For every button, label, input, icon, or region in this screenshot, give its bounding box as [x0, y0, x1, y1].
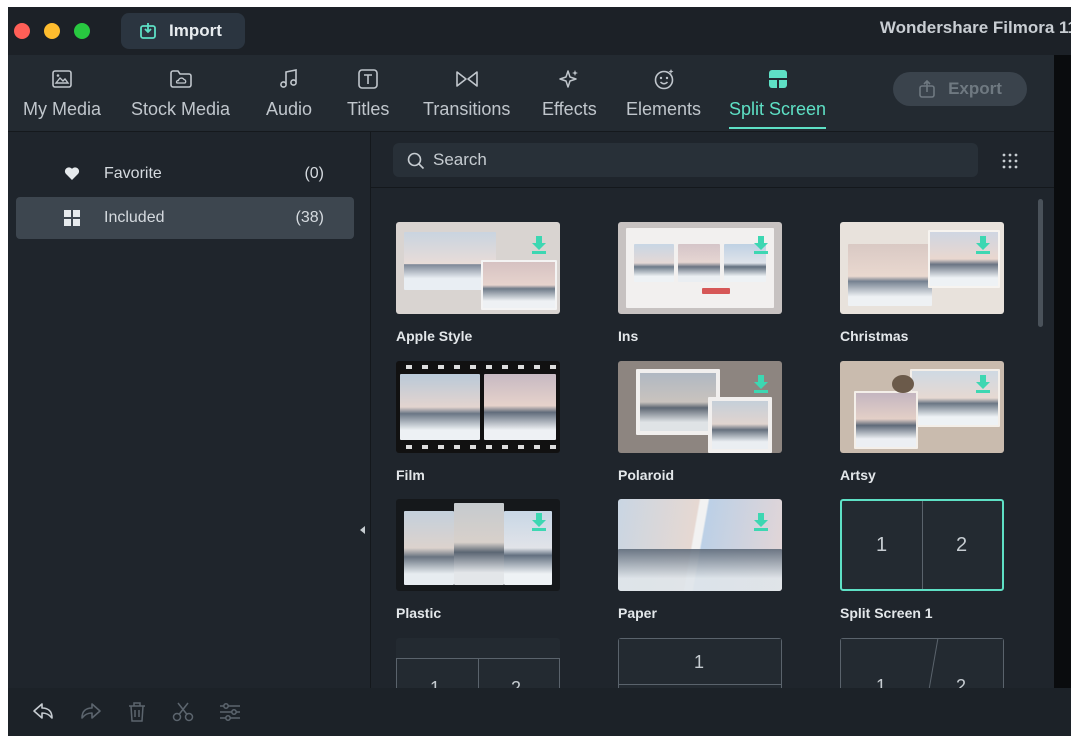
template-browser: Search Apple Style Ins Christmas Film Po… [371, 132, 1054, 688]
download-icon[interactable] [754, 375, 768, 393]
template-thumbnail [396, 222, 560, 314]
template-thumbnail: 1 [618, 638, 782, 688]
download-icon[interactable] [532, 236, 546, 254]
template-card[interactable]: Christmas [840, 222, 1004, 344]
category-toolbar: My Media Stock Media Audio Titles Transi… [8, 55, 1054, 132]
template-thumbnail: 1 2 [396, 638, 560, 688]
grid-view-icon[interactable] [1001, 152, 1019, 170]
download-icon[interactable] [754, 513, 768, 531]
template-thumbnail [840, 222, 1004, 314]
sidebar-item-included[interactable]: Included (38) [16, 197, 354, 239]
timeline-toolbar [8, 688, 1071, 736]
redo-icon[interactable] [80, 702, 102, 722]
tab-effects[interactable]: Effects [542, 55, 597, 131]
download-icon[interactable] [754, 236, 768, 254]
import-button[interactable]: Import [121, 13, 245, 49]
template-card[interactable]: Plastic [396, 499, 560, 621]
download-icon[interactable] [976, 375, 990, 393]
tab-transitions[interactable]: Transitions [423, 55, 510, 131]
template-card[interactable]: Polaroid [618, 361, 782, 483]
template-card[interactable]: Artsy [840, 361, 1004, 483]
template-thumbnail: 1 2 [840, 499, 1004, 591]
smiley-icon [654, 69, 674, 90]
sparkle-icon [559, 70, 579, 88]
cloud-folder-icon [169, 70, 192, 88]
export-icon [919, 80, 935, 98]
tab-audio[interactable]: Audio [266, 55, 312, 131]
preview-edge [1054, 55, 1071, 688]
close-window-button[interactable] [14, 23, 30, 39]
template-card[interactable]: 1 2 [396, 638, 560, 688]
app-title: Wondershare Filmora 11 [879, 18, 1071, 37]
template-thumbnail [618, 222, 782, 314]
export-label: Export [948, 79, 1002, 98]
music-note-icon [280, 69, 297, 88]
tab-elements[interactable]: Elements [626, 55, 701, 131]
zoom-window-button[interactable] [74, 23, 90, 39]
heart-icon [64, 167, 80, 180]
template-card[interactable]: 1 [618, 638, 782, 688]
search-input[interactable]: Search [393, 143, 978, 177]
tab-my-media[interactable]: My Media [23, 55, 101, 131]
import-label: Import [169, 21, 222, 40]
sidebar: Favorite (0) Included (38) [8, 132, 371, 688]
export-button[interactable]: Export [893, 72, 1027, 106]
template-card[interactable]: Apple Style [396, 222, 560, 344]
collapse-sidebar-arrow-icon[interactable] [360, 526, 365, 534]
grid-icon [64, 210, 80, 226]
search-icon [407, 152, 425, 170]
tab-stock-media[interactable]: Stock Media [131, 55, 230, 131]
template-thumbnail [618, 499, 782, 591]
template-card[interactable]: 1 2 [840, 638, 1004, 688]
sidebar-item-favorite[interactable]: Favorite (0) [16, 153, 354, 195]
active-tab-underline [729, 127, 827, 129]
search-placeholder: Search [433, 150, 487, 169]
template-card-selected[interactable]: 1 2 Split Screen 1 [840, 499, 1004, 621]
template-thumbnail [840, 361, 1004, 453]
tab-split-screen[interactable]: Split Screen [729, 55, 827, 131]
tab-titles[interactable]: Titles [347, 55, 389, 131]
delete-icon[interactable] [128, 702, 146, 722]
template-card[interactable]: Film [396, 361, 560, 483]
adjust-icon[interactable] [219, 702, 241, 722]
split-screen-icon [768, 70, 787, 88]
transition-icon [455, 71, 478, 87]
template-thumbnail: 1 2 [840, 638, 1004, 688]
text-t-icon [358, 69, 378, 89]
title-bar: Import Wondershare Filmora 11 [8, 7, 1071, 55]
undo-icon[interactable] [32, 702, 54, 722]
template-thumbnail [396, 499, 560, 591]
template-thumbnail [396, 361, 560, 453]
download-icon[interactable] [976, 236, 990, 254]
template-card[interactable]: Ins [618, 222, 782, 344]
import-icon [140, 23, 156, 39]
scrollbar-thumb[interactable] [1038, 199, 1043, 327]
template-card[interactable]: Paper [618, 499, 782, 621]
media-icon [52, 70, 72, 88]
download-icon[interactable] [532, 513, 546, 531]
scissors-icon[interactable] [172, 702, 194, 722]
filmora-window: Import Wondershare Filmora 11 My Media S… [8, 7, 1071, 736]
template-thumbnail [618, 361, 782, 453]
minimize-window-button[interactable] [44, 23, 60, 39]
